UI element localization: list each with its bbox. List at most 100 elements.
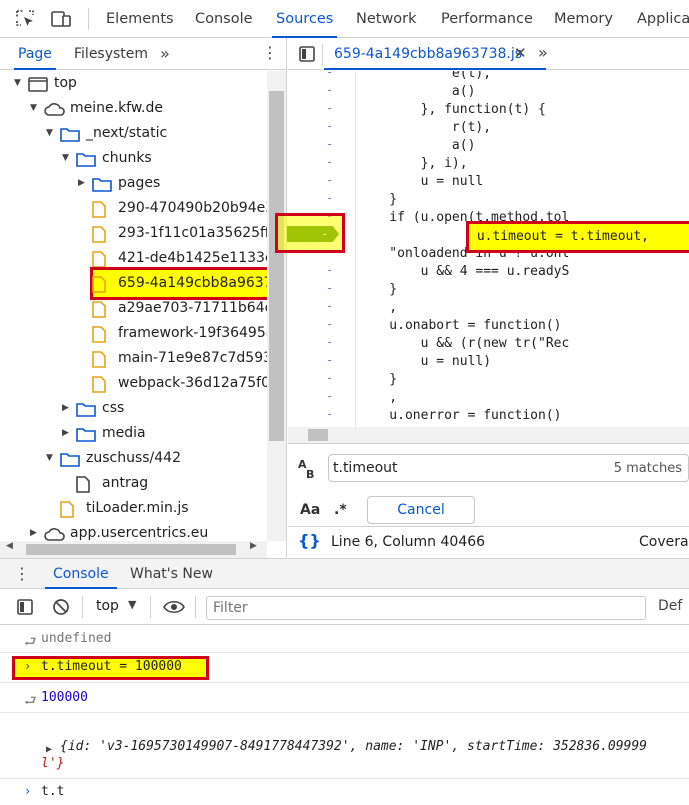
tree-item[interactable]: ▶ css [0, 396, 267, 421]
tree-item[interactable]: a29ae703-71711b64cf [0, 296, 267, 321]
tree-item[interactable]: 293-1f11c01a35625ffb [0, 221, 267, 246]
expand-arrow-icon[interactable]: ▶ [78, 171, 88, 196]
collapse-arrow-icon[interactable]: ▼ [46, 446, 56, 471]
tree-item[interactable]: ▶ media [0, 421, 267, 446]
gutter-line-marker[interactable]: - [326, 299, 333, 313]
clear-console-icon[interactable] [52, 598, 70, 620]
tree-item[interactable]: ▼ meine.kfw.de [0, 96, 267, 121]
tree-item[interactable]: ▼ chunks [0, 146, 267, 171]
gutter-line-marker[interactable]: - [326, 71, 333, 79]
tree-item[interactable]: main-71e9e87c7d5930 [0, 346, 267, 371]
tab-console[interactable]: Console [45, 559, 117, 589]
tab-performance[interactable]: Performance [441, 0, 533, 38]
gutter-line-marker[interactable]: - [326, 83, 333, 97]
breakpoint-marker[interactable]: - [287, 226, 339, 242]
tree-item[interactable]: ▼ _next/static [0, 121, 267, 146]
tree-item-label: pages [118, 175, 161, 191]
tab-sources[interactable]: Sources [271, 0, 338, 38]
console-prompt[interactable]: › t.t [0, 779, 689, 805]
open-file-tab[interactable]: 659-4a149cbb8a963738.js [323, 38, 547, 70]
tree-item[interactable]: ▼ zuschuss/442 [0, 446, 267, 471]
dropdown-arrow-icon[interactable]: ▼ [128, 598, 136, 611]
tab-memory[interactable]: Memory [554, 0, 613, 38]
code-line: } [358, 372, 398, 387]
console-filter-input[interactable]: Filter [206, 596, 646, 620]
gutter-line-marker[interactable]: - [326, 191, 333, 205]
sources-navigator: Page Filesystem » ⋮ ▼ top ▼ meine.kfw.de ▼ _n… [0, 38, 287, 558]
gutter-line-marker[interactable]: - [326, 281, 333, 295]
tree-item[interactable]: 290-470490b20b94e35 [0, 196, 267, 221]
gutter-line-marker[interactable]: - [326, 353, 333, 367]
tree-item[interactable]: framework-19f3649580 [0, 321, 267, 346]
tree-item[interactable]: tiLoader.min.js [0, 496, 267, 521]
console-object-preview[interactable]: {id: 'v3-1695730149907-8491778447392', n… [60, 739, 647, 754]
regex-toggle[interactable]: .* [334, 502, 347, 518]
gutter-line-marker[interactable]: - [326, 407, 333, 421]
navigator-vertical-scrollbar[interactable] [267, 71, 286, 541]
gutter-line-marker[interactable]: - [326, 155, 333, 169]
more-tabs-icon[interactable]: » [160, 44, 170, 63]
more-tabs-icon[interactable]: » [538, 43, 548, 62]
expand-arrow-icon[interactable]: ▶ [30, 521, 40, 541]
tree-item[interactable]: antrag [0, 471, 267, 496]
scroll-left-icon[interactable]: ◀ [6, 541, 13, 551]
expand-arrow-icon[interactable]: ▶ [62, 421, 72, 446]
collapse-arrow-icon[interactable]: ▼ [14, 71, 24, 96]
gutter-line-marker[interactable]: - [326, 371, 333, 385]
gutter-line-marker[interactable]: - [326, 173, 333, 187]
device-toolbar-icon[interactable] [50, 9, 72, 29]
tab-network[interactable]: Network [356, 0, 417, 38]
tree-item[interactable]: ▼ top [0, 71, 267, 96]
match-case-toggle[interactable]: Aa [300, 502, 320, 518]
drawer-menu-icon[interactable]: ⋮ [14, 564, 30, 583]
collapse-arrow-icon[interactable]: ▼ [46, 121, 56, 146]
gutter-line-marker[interactable]: - [326, 119, 333, 133]
cancel-button[interactable]: Cancel [367, 496, 475, 524]
tab-elements[interactable]: Elements [106, 0, 174, 38]
scroll-right-icon[interactable]: ▶ [250, 541, 257, 551]
console-sidebar-icon[interactable] [16, 598, 34, 620]
tab-whats-new[interactable]: What's New [130, 559, 213, 589]
gutter-line-marker[interactable]: - [326, 317, 333, 331]
more-options-icon[interactable]: ⋮ [262, 44, 278, 62]
tab-console[interactable]: Console [195, 0, 253, 38]
console-prompt-input[interactable]: t.t [41, 784, 64, 799]
log-levels-dropdown[interactable]: Def [658, 598, 682, 614]
collapse-arrow-icon[interactable]: ▼ [30, 96, 40, 121]
collapse-arrow-icon[interactable]: ▼ [62, 146, 72, 171]
editor-horizontal-scrollbar[interactable] [288, 427, 689, 443]
live-expression-eye-icon[interactable] [163, 599, 185, 619]
code-line: u && 4 === u.readyS [358, 264, 570, 279]
code-area[interactable]: e(t), a() }, function(t) { r(t), a() }, … [358, 71, 689, 427]
expand-arrow-icon[interactable]: ▶ [62, 396, 72, 421]
gutter-line-marker[interactable]: - [326, 263, 333, 277]
scrollbar-thumb[interactable] [26, 544, 236, 555]
toggle-navigator-icon[interactable] [298, 45, 316, 67]
gutter-line-marker[interactable]: - [326, 389, 333, 403]
close-tab-icon[interactable]: ✕ [514, 44, 527, 62]
gutter-line-marker[interactable]: - [326, 335, 333, 349]
search-input[interactable]: t.timeout 5 matches [328, 454, 689, 482]
subtab-page[interactable]: Page [14, 38, 56, 70]
tree-item[interactable]: ▶ app.usercentrics.eu [0, 521, 267, 541]
code-line: u.onerror = function() [358, 408, 562, 423]
scrollbar-thumb[interactable] [308, 429, 328, 441]
code-line: u = null) [358, 354, 492, 369]
code-line: }, i), [358, 156, 468, 171]
gutter-line-marker[interactable]: - [326, 101, 333, 115]
context-selector[interactable]: top [96, 598, 119, 614]
expand-object-icon[interactable]: ▶ [46, 744, 52, 755]
code-line: u = null [358, 174, 484, 189]
console-input-text: t.timeout = 100000 [41, 659, 182, 674]
tree-item[interactable]: ▶ pages [0, 171, 267, 196]
pretty-print-icon[interactable]: {} [298, 531, 321, 550]
replace-toggle-icon[interactable]: AB [298, 459, 314, 480]
inspect-element-icon[interactable] [15, 9, 37, 29]
gutter-line-marker[interactable]: - [326, 137, 333, 151]
subtab-filesystem[interactable]: Filesystem [74, 38, 148, 70]
scrollbar-thumb[interactable] [269, 91, 284, 441]
navigator-horizontal-scrollbar[interactable]: ◀ ▶ [0, 541, 267, 558]
tree-item[interactable]: webpack-36d12a75f00 [0, 371, 267, 396]
tab-application[interactable]: Applica [637, 0, 689, 38]
tree-item[interactable]: 659-4a149cbb8a96373 [0, 271, 267, 296]
